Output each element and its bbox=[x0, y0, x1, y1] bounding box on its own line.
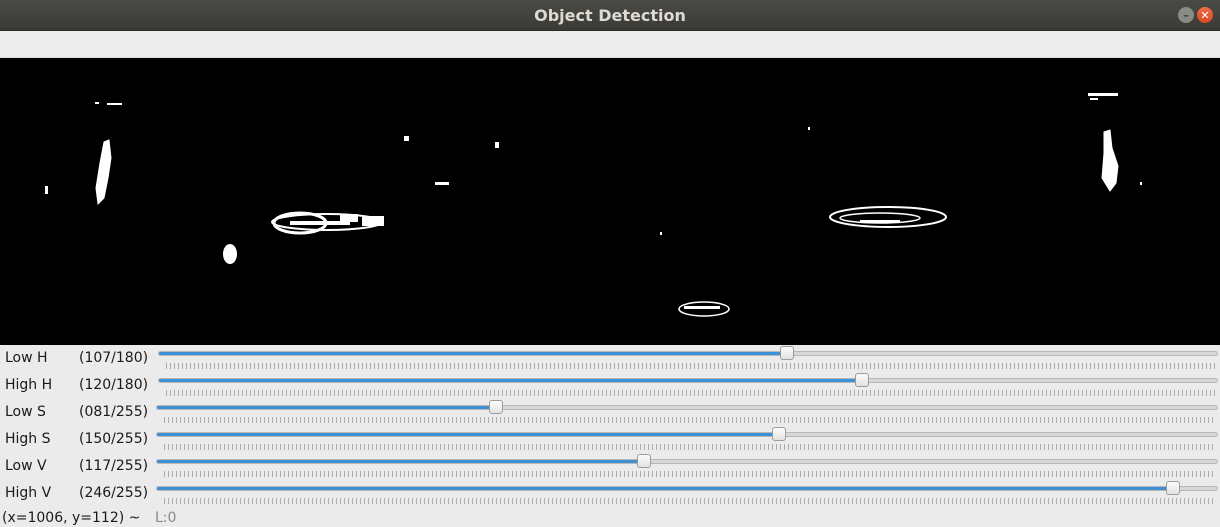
trackbar-row-low-v: Low V (117/255) bbox=[0, 453, 1220, 480]
slider-track bbox=[158, 378, 1218, 383]
trackbar-row-low-h: Low H (107/180) bbox=[0, 345, 1220, 372]
slider-fill bbox=[159, 379, 863, 382]
slider-thumb[interactable] bbox=[772, 427, 787, 441]
slider-ticks bbox=[166, 363, 1216, 369]
slider-ticks bbox=[164, 471, 1216, 477]
title-bar: Object Detection – ✕ bbox=[0, 0, 1220, 31]
slider-fill bbox=[157, 460, 645, 463]
trackbar-label: High S bbox=[5, 431, 51, 447]
slider-ticks bbox=[164, 498, 1216, 504]
slider-fill bbox=[157, 487, 1175, 490]
trackbar-value: (081/255) bbox=[79, 404, 149, 420]
slider-track bbox=[156, 459, 1218, 464]
high-h-slider[interactable] bbox=[158, 372, 1218, 399]
low-s-slider[interactable] bbox=[156, 399, 1218, 426]
close-button[interactable]: ✕ bbox=[1197, 7, 1213, 23]
slider-ticks bbox=[166, 390, 1216, 396]
trackbar-label: Low H bbox=[5, 350, 48, 366]
low-h-slider[interactable] bbox=[158, 345, 1218, 372]
slider-thumb[interactable] bbox=[779, 346, 794, 360]
trackbar-value: (246/255) bbox=[79, 485, 149, 501]
trackbar-label: High H bbox=[5, 377, 53, 393]
slider-ticks bbox=[164, 444, 1216, 450]
trackbar-value: (120/180) bbox=[79, 377, 149, 393]
binary-mask-image bbox=[45, 93, 1142, 317]
trackbar-label: Low S bbox=[5, 404, 46, 420]
pixel-value: L:0 bbox=[155, 510, 177, 526]
low-v-slider[interactable] bbox=[156, 453, 1218, 480]
slider-thumb[interactable] bbox=[489, 400, 504, 414]
slider-thumb[interactable] bbox=[1166, 481, 1181, 495]
trackbar-value: (107/180) bbox=[79, 350, 149, 366]
trackbar-row-high-s: High S (150/255) bbox=[0, 426, 1220, 453]
status-bar: (x=1006, y=112) ~ L:0 bbox=[0, 510, 1220, 527]
slider-thumb[interactable] bbox=[855, 373, 869, 387]
slider-fill bbox=[157, 433, 781, 436]
toolbar bbox=[0, 31, 1220, 58]
minimize-icon: – bbox=[1183, 8, 1189, 22]
trackbar-row-high-h: High H (120/180) bbox=[0, 372, 1220, 399]
slider-fill bbox=[159, 352, 788, 355]
slider-fill bbox=[157, 406, 498, 409]
slider-track bbox=[158, 351, 1218, 356]
slider-track bbox=[156, 432, 1218, 437]
slider-track bbox=[156, 486, 1218, 491]
trackbar-label: High V bbox=[5, 485, 52, 501]
trackbar-label: Low V bbox=[5, 458, 47, 474]
slider-track bbox=[156, 405, 1218, 410]
trackbar-value: (117/255) bbox=[79, 458, 149, 474]
trackbar-panel: Low H (107/180) High H (120/180) Low S (… bbox=[0, 345, 1220, 510]
trackbar-value: (150/255) bbox=[79, 431, 149, 447]
trackbar-row-low-s: Low S (081/255) bbox=[0, 399, 1220, 426]
high-v-slider[interactable] bbox=[156, 480, 1218, 507]
image-view[interactable] bbox=[0, 58, 1220, 345]
trackbar-row-high-v: High V (246/255) bbox=[0, 480, 1220, 507]
window-title: Object Detection bbox=[534, 6, 686, 25]
minimize-button[interactable]: – bbox=[1178, 7, 1194, 23]
close-icon: ✕ bbox=[1200, 8, 1210, 22]
slider-ticks bbox=[164, 417, 1216, 423]
high-s-slider[interactable] bbox=[156, 426, 1218, 453]
cursor-coordinates: (x=1006, y=112) ~ bbox=[2, 510, 141, 526]
slider-thumb[interactable] bbox=[636, 454, 651, 468]
